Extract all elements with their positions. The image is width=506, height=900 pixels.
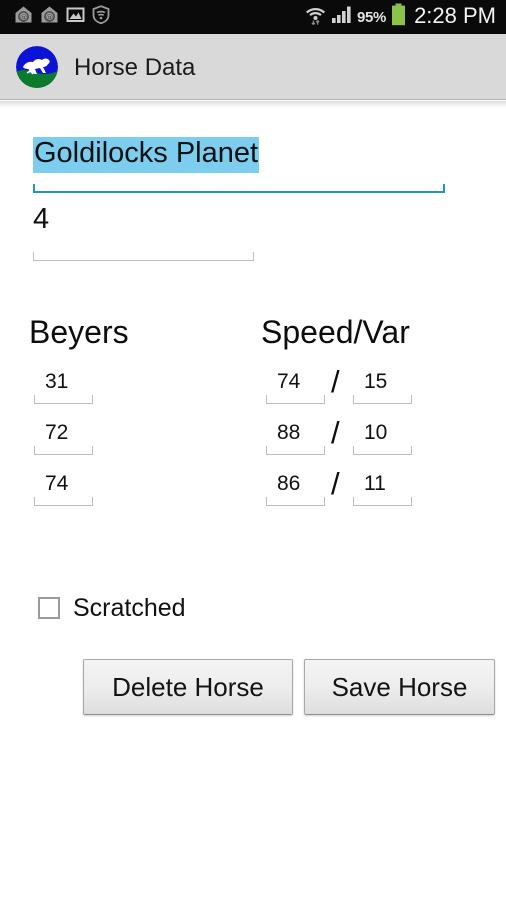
beyer-value-1[interactable]: 31 — [34, 371, 93, 392]
delete-horse-button[interactable]: Delete Horse — [83, 659, 293, 715]
speed-underline-1 — [266, 395, 325, 404]
speed-field-1[interactable]: 74 — [266, 371, 325, 404]
app-badge-icon: @ — [14, 5, 33, 29]
var-field-1[interactable]: 15 — [353, 371, 412, 404]
shield-icon — [92, 5, 110, 29]
battery-full-icon — [391, 3, 406, 31]
beyer-value-2[interactable]: 72 — [34, 422, 93, 443]
separator-slash-2: / — [331, 415, 340, 450]
horse-number-underline — [33, 252, 254, 261]
speed-underline-3 — [266, 497, 325, 506]
separator-slash-1: / — [331, 364, 340, 399]
beyer-field-1[interactable]: 31 — [34, 371, 93, 404]
image-icon — [66, 5, 85, 29]
beyer-underline-3 — [34, 497, 93, 506]
horse-name-field[interactable]: Goldilocks Planet — [33, 137, 445, 193]
svg-text:@: @ — [20, 13, 27, 21]
scratched-checkbox[interactable] — [38, 596, 60, 619]
horse-data-screen: @ @ 95% 2:28 PM Horse Data Goldilocks Pl… — [0, 0, 506, 900]
horse-name-underline — [33, 184, 445, 193]
speed-underline-2 — [266, 446, 325, 455]
var-value-2[interactable]: 10 — [353, 422, 412, 443]
speed-field-2[interactable]: 88 — [266, 422, 325, 455]
var-value-1[interactable]: 15 — [353, 371, 412, 392]
var-underline-1 — [353, 395, 412, 404]
beyers-heading: Beyers — [29, 314, 129, 350]
cellular-signal-icon — [331, 5, 352, 29]
save-horse-button[interactable]: Save Horse — [304, 659, 495, 715]
horse-number-field[interactable]: 4 — [33, 205, 254, 261]
var-underline-3 — [353, 497, 412, 506]
beyer-field-3[interactable]: 74 — [34, 473, 93, 506]
speed-field-3[interactable]: 86 — [266, 473, 325, 506]
beyer-underline-1 — [34, 395, 93, 404]
action-bar-shadow — [0, 101, 506, 108]
beyer-value-3[interactable]: 74 — [34, 473, 93, 494]
var-value-3[interactable]: 11 — [353, 473, 412, 494]
horse-name-value[interactable]: Goldilocks Planet — [33, 137, 260, 173]
beyer-underline-2 — [34, 446, 93, 455]
var-field-2[interactable]: 10 — [353, 422, 412, 455]
wifi-transfer-icon — [305, 4, 326, 31]
scratched-checkbox-row[interactable]: Scratched — [38, 594, 186, 622]
var-field-3[interactable]: 11 — [353, 473, 412, 506]
speed-value-1[interactable]: 74 — [266, 371, 325, 392]
scratched-label: Scratched — [73, 594, 186, 622]
app-badge-icon: @ — [40, 5, 59, 29]
battery-percent-label: 95% — [356, 8, 387, 26]
horse-logo-icon — [16, 45, 58, 88]
page-title: Horse Data — [74, 53, 196, 81]
status-bar-left-icons: @ @ — [0, 5, 110, 29]
svg-text:@: @ — [46, 13, 53, 21]
status-bar: @ @ 95% 2:28 PM — [0, 0, 506, 34]
speed-var-heading: Speed/Var — [261, 314, 410, 350]
speed-value-3[interactable]: 86 — [266, 473, 325, 494]
beyer-field-2[interactable]: 72 — [34, 422, 93, 455]
status-bar-clock: 2:28 PM — [414, 3, 496, 28]
var-underline-2 — [353, 446, 412, 455]
speed-value-2[interactable]: 88 — [266, 422, 325, 443]
horse-number-value[interactable]: 4 — [33, 205, 49, 234]
action-bar: Horse Data — [0, 34, 506, 100]
separator-slash-3: / — [331, 466, 340, 501]
status-bar-right-indicators: 95% 2:28 PM — [305, 3, 506, 31]
